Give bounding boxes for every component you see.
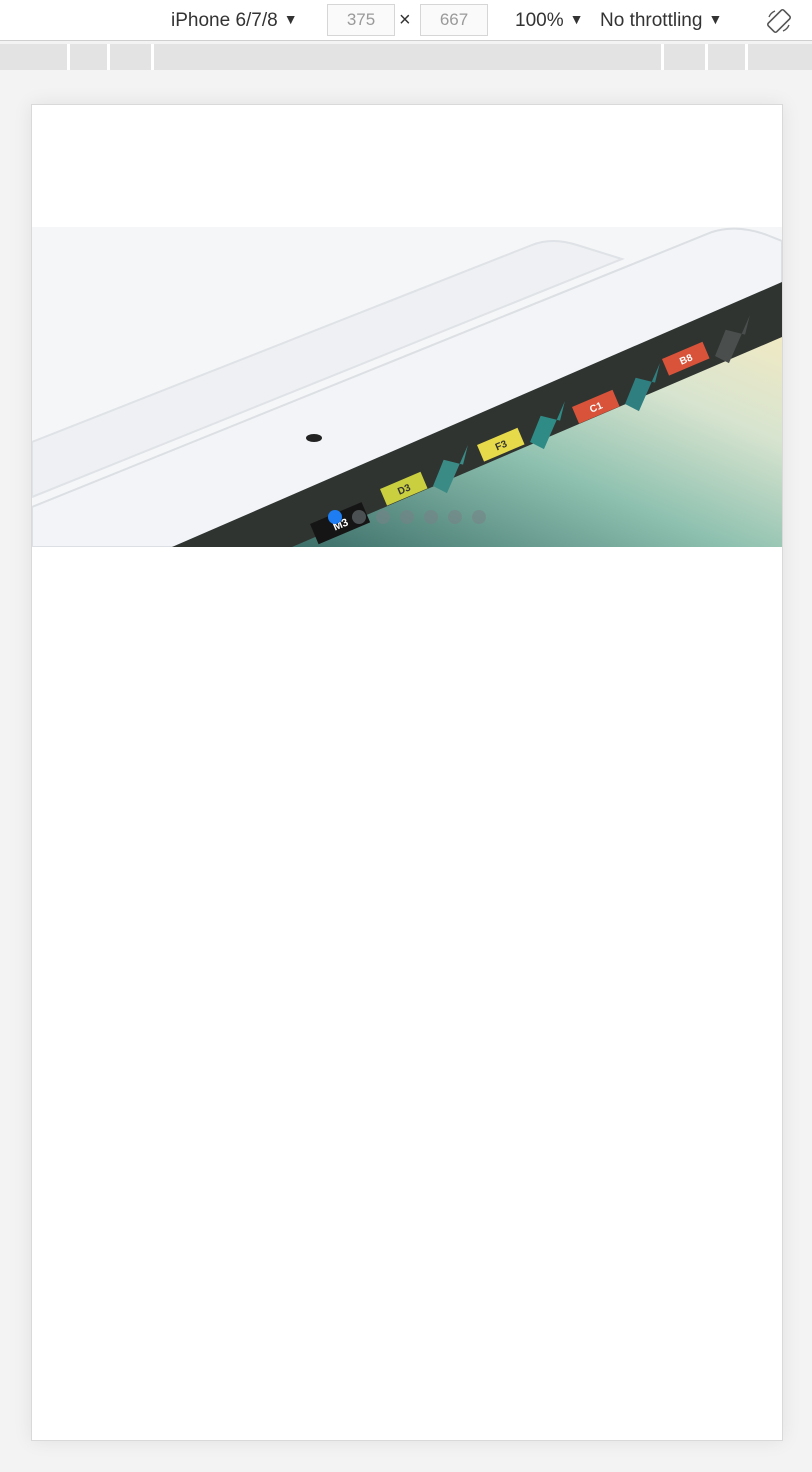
media-query-segment[interactable] bbox=[0, 44, 70, 70]
carousel-dot-4[interactable] bbox=[400, 510, 414, 524]
device-select-label: iPhone 6/7/8 bbox=[171, 10, 278, 31]
media-query-segment[interactable] bbox=[748, 44, 812, 70]
device-toolbar: iPhone 6/7/8 ▼ 375 × 667 100% ▼ No throttl… bbox=[0, 0, 812, 41]
carousel-dot-3[interactable] bbox=[376, 510, 390, 524]
viewport-width-input[interactable]: 375 bbox=[327, 4, 395, 36]
carousel-dot-6[interactable] bbox=[448, 510, 462, 524]
carousel-dot-7[interactable] bbox=[472, 510, 486, 524]
tablet-product-image: M3 D3 F3 C1 B8 bbox=[32, 227, 782, 547]
zoom-select[interactable]: 100% ▼ bbox=[515, 8, 583, 34]
carousel-pagination bbox=[328, 510, 486, 524]
carousel-dot-1[interactable] bbox=[328, 510, 342, 524]
rotate-button[interactable] bbox=[766, 8, 792, 34]
carousel-dot-2[interactable] bbox=[352, 510, 366, 524]
throttling-dropdown-caret-icon: ▼ bbox=[708, 11, 723, 27]
rotate-icon bbox=[767, 9, 791, 33]
carousel-dot-5[interactable] bbox=[424, 510, 438, 524]
zoom-select-label: 100% bbox=[515, 10, 564, 31]
media-query-segment[interactable] bbox=[110, 44, 154, 70]
throttling-select-label: No throttling bbox=[600, 10, 703, 31]
media-query-bar bbox=[0, 44, 812, 70]
media-query-segment[interactable] bbox=[708, 44, 748, 70]
device-dropdown-caret-icon: ▼ bbox=[283, 11, 298, 27]
device-viewport: M3 D3 F3 C1 B8 bbox=[31, 104, 783, 1441]
throttling-select[interactable]: No throttling ▼ bbox=[600, 8, 722, 34]
media-query-segment[interactable] bbox=[154, 44, 664, 70]
viewport-height-input[interactable]: 667 bbox=[420, 4, 488, 36]
media-query-segment[interactable] bbox=[664, 44, 708, 70]
carousel-banner[interactable]: M3 D3 F3 C1 B8 bbox=[32, 227, 782, 547]
dimension-separator: × bbox=[399, 9, 411, 31]
media-query-segment[interactable] bbox=[70, 44, 110, 70]
zoom-dropdown-caret-icon: ▼ bbox=[569, 11, 584, 27]
device-select[interactable]: iPhone 6/7/8 ▼ bbox=[171, 8, 298, 34]
